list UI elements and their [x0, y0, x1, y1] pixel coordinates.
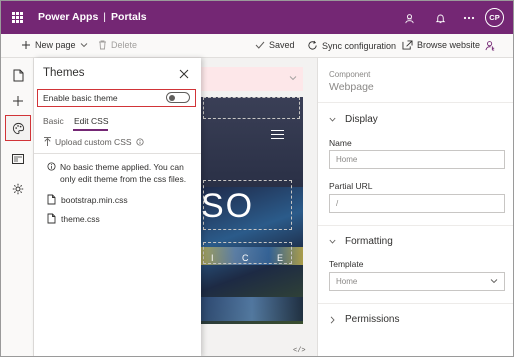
css-file-label: bootstrap.min.css	[61, 194, 128, 205]
sync-label: Sync configuration	[322, 40, 397, 51]
template-select-value: Home	[336, 277, 358, 286]
template-select[interactable]: Home	[329, 272, 505, 291]
app-window: Power Apps | Portals CP New page Delete Sa…	[0, 0, 514, 357]
enable-basic-theme-row: Enable basic theme	[37, 89, 196, 107]
section-formatting[interactable]: Formatting	[329, 236, 393, 247]
new-page-button[interactable]: New page	[21, 40, 92, 50]
add-component-icon[interactable]	[7, 90, 29, 112]
browse-website-button[interactable]: Browse website	[402, 40, 480, 50]
section-display-label: Display	[345, 114, 378, 125]
name-field[interactable]: Home	[329, 150, 505, 169]
delete-button[interactable]: Delete	[98, 40, 137, 50]
environment-icon[interactable]	[401, 10, 417, 26]
chevron-down-icon	[329, 117, 336, 122]
code-view-icon[interactable]: </>	[293, 347, 306, 355]
more-options-icon[interactable]	[461, 10, 477, 26]
info-icon[interactable]	[135, 138, 144, 146]
people-settings-button[interactable]	[485, 40, 500, 51]
tab-basic[interactable]: Basic	[43, 116, 64, 126]
person-key-icon	[485, 41, 495, 51]
checkmark-icon	[255, 41, 265, 49]
section-formatting-label: Formatting	[345, 236, 393, 247]
title-separator: |	[103, 11, 107, 23]
panel-divider	[34, 153, 201, 154]
canvas-header-bar[interactable]	[201, 67, 303, 91]
close-icon[interactable]	[179, 69, 189, 79]
tab-edit-css[interactable]: Edit CSS	[74, 116, 109, 126]
product-name: Portals	[111, 11, 147, 23]
component-type-value: Webpage	[329, 81, 374, 93]
hero-title: SO	[201, 187, 255, 225]
chevron-down-icon	[490, 279, 498, 284]
active-tab-indicator	[73, 129, 108, 131]
upload-custom-css-label: Upload custom CSS	[55, 137, 132, 147]
enable-basic-theme-toggle[interactable]	[166, 92, 190, 103]
upload-icon	[44, 137, 51, 146]
css-file-label: theme.css	[61, 213, 100, 224]
settings-icon[interactable]	[7, 178, 29, 200]
hero-subtitle: I C E	[211, 253, 297, 263]
hero-section[interactable]: SO I C E	[201, 97, 303, 324]
themes-panel: Themes Enable basic theme Basic Edit CSS…	[34, 58, 201, 356]
trash-icon	[99, 40, 106, 50]
open-external-icon	[402, 40, 413, 50]
app-name: Power Apps	[38, 11, 99, 23]
partial-url-label: Partial URL	[329, 181, 373, 191]
command-bar: New page Delete Saved Sync configuration…	[1, 34, 513, 58]
hamburger-menu-icon[interactable]	[271, 130, 284, 139]
left-rail	[1, 58, 34, 356]
css-file-theme[interactable]: theme.css	[47, 213, 100, 224]
app-title: Power Apps | Portals	[38, 11, 147, 23]
browse-label: Browse website	[417, 40, 481, 50]
file-icon	[47, 213, 56, 224]
file-icon	[47, 194, 56, 205]
no-theme-info-text: No basic theme applied. You can only edi…	[60, 162, 187, 184]
saved-label: Saved	[269, 40, 295, 50]
themes-icon[interactable]	[5, 115, 31, 141]
chevron-right-icon	[330, 315, 335, 324]
chevron-down-icon	[289, 76, 297, 81]
info-icon	[47, 162, 56, 171]
sync-configuration-button[interactable]: Sync configuration	[307, 40, 396, 51]
pages-icon[interactable]	[7, 64, 29, 86]
name-label: Name	[329, 138, 352, 148]
section-permissions[interactable]: Permissions	[329, 314, 399, 325]
top-header: Power Apps | Portals CP	[1, 1, 513, 34]
delete-label: Delete	[111, 40, 138, 50]
saved-status: Saved	[255, 40, 295, 50]
properties-panel: Component Webpage Display Name Home Part…	[317, 58, 513, 356]
plus-icon	[22, 41, 30, 49]
app-launcher-icon[interactable]	[12, 12, 23, 23]
page-canvas: SO I C E </>	[201, 58, 317, 356]
notifications-bell-icon[interactable]	[432, 10, 448, 26]
nav-placeholder[interactable]	[203, 97, 300, 119]
chevron-down-icon	[329, 239, 336, 244]
css-file-bootstrap[interactable]: bootstrap.min.css	[47, 194, 128, 205]
templates-icon[interactable]	[7, 148, 29, 170]
upload-custom-css-button[interactable]: Upload custom CSS	[43, 137, 144, 147]
partial-url-field[interactable]: /	[329, 194, 505, 213]
new-page-label: New page	[35, 40, 76, 50]
section-display[interactable]: Display	[329, 114, 378, 125]
chevron-down-icon	[80, 43, 87, 48]
themes-panel-title: Themes	[43, 67, 85, 79]
template-label: Template	[329, 259, 364, 269]
section-permissions-label: Permissions	[345, 314, 400, 325]
component-type-label: Component	[329, 70, 371, 79]
enable-basic-theme-label: Enable basic theme	[43, 93, 118, 103]
sync-icon	[308, 40, 317, 50]
user-avatar[interactable]: CP	[485, 8, 504, 27]
